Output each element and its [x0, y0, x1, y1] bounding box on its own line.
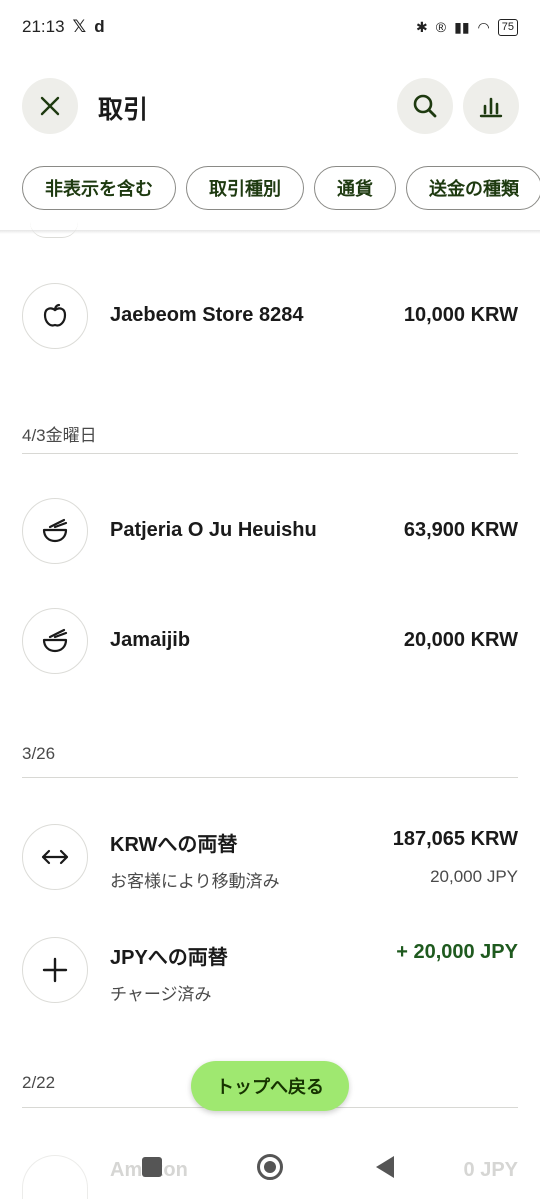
merchant-avatar [22, 283, 88, 349]
date-header: 2/22 [22, 1073, 56, 1092]
transaction-amount: 10,000 KRW [403, 304, 518, 326]
header: 取引 [0, 78, 540, 134]
back-to-top-button[interactable]: トップへ戻る [191, 1061, 349, 1111]
d-logo-icon: d [94, 17, 105, 36]
transaction-status: チャージ済み [110, 985, 212, 1004]
plus-icon [42, 957, 68, 983]
merchant-avatar [22, 498, 88, 564]
search-button[interactable] [397, 78, 453, 134]
transaction-amount: 187,065 KRW [392, 828, 518, 850]
food-bowl-icon [42, 628, 68, 653]
filter-transaction-type[interactable]: 取引種別 [186, 166, 304, 210]
search-icon [413, 94, 437, 118]
filter-chips: 非表示を含む 取引種別 通貨 送金の種類 [22, 166, 540, 210]
filter-transfer-type[interactable]: 送金の種類 [406, 166, 540, 210]
apple-icon [43, 303, 67, 327]
filter-currency[interactable]: 通貨 [314, 166, 396, 210]
date-header: 3/26 [22, 744, 56, 763]
merchant-avatar [22, 608, 88, 674]
transaction-row[interactable]: Jaebeom Store 8284 10,000 KRW [0, 283, 540, 349]
navigation-bar [0, 1140, 540, 1199]
transaction-status: お客様により移動済み [110, 872, 280, 891]
date-divider [22, 777, 518, 778]
transaction-name: JPYへの両替 [110, 947, 228, 969]
transaction-amount: 63,900 KRW [403, 519, 518, 541]
filter-include-hidden[interactable]: 非表示を含む [22, 166, 176, 210]
food-bowl-icon [42, 518, 68, 543]
home-icon[interactable] [257, 1154, 283, 1180]
close-icon [40, 96, 60, 116]
statistics-button[interactable] [463, 78, 519, 134]
registered-icon: ® [435, 19, 447, 35]
transaction-source-amount: 20,000 JPY [430, 867, 518, 886]
page-title: 取引 [98, 96, 149, 124]
transaction-name: KRWへの両替 [110, 834, 238, 856]
transaction-row[interactable]: Jamaijib 20,000 KRW [0, 608, 540, 674]
exchange-avatar [22, 824, 88, 890]
signal-icon: ▮▮ [454, 18, 470, 35]
transaction-row[interactable]: Patjeria O Ju Heuishu 63,900 KRW [0, 498, 540, 564]
bar-chart-icon [479, 97, 503, 118]
status-bar: 21:13 𝕏 d ✱ ® ▮▮ ◠ 75 [0, 0, 540, 54]
topup-avatar [22, 937, 88, 1003]
wifi-icon: ◠ [477, 18, 490, 35]
transaction-name: Patjeria O Ju Heuishu [110, 519, 317, 541]
recent-apps-icon[interactable] [142, 1157, 162, 1177]
date-header: 4/3金曜日 [22, 426, 97, 445]
battery-icon: 75 [497, 18, 518, 36]
date-divider [22, 453, 518, 454]
transaction-name: Jamaijib [110, 629, 191, 651]
status-time: 21:13 [22, 17, 65, 36]
transaction-row[interactable]: JPYへの両替 チャージ済み + 20,000 JPY [0, 937, 540, 1004]
exchange-arrows-icon [41, 849, 69, 865]
transaction-name: Jaebeom Store 8284 [110, 304, 304, 326]
x-logo-icon: 𝕏 [72, 17, 87, 36]
bluetooth-icon: ✱ [416, 18, 428, 35]
close-button[interactable] [22, 78, 78, 134]
transaction-amount: + 20,000 JPY [396, 941, 518, 963]
back-icon[interactable] [376, 1156, 394, 1178]
transaction-amount: 20,000 KRW [403, 629, 518, 651]
transaction-row[interactable]: KRWへの両替 お客様により移動済み 187,065 KRW 20,000 JP… [0, 824, 540, 891]
header-shadow [0, 230, 540, 234]
partial-avatar [30, 222, 78, 238]
